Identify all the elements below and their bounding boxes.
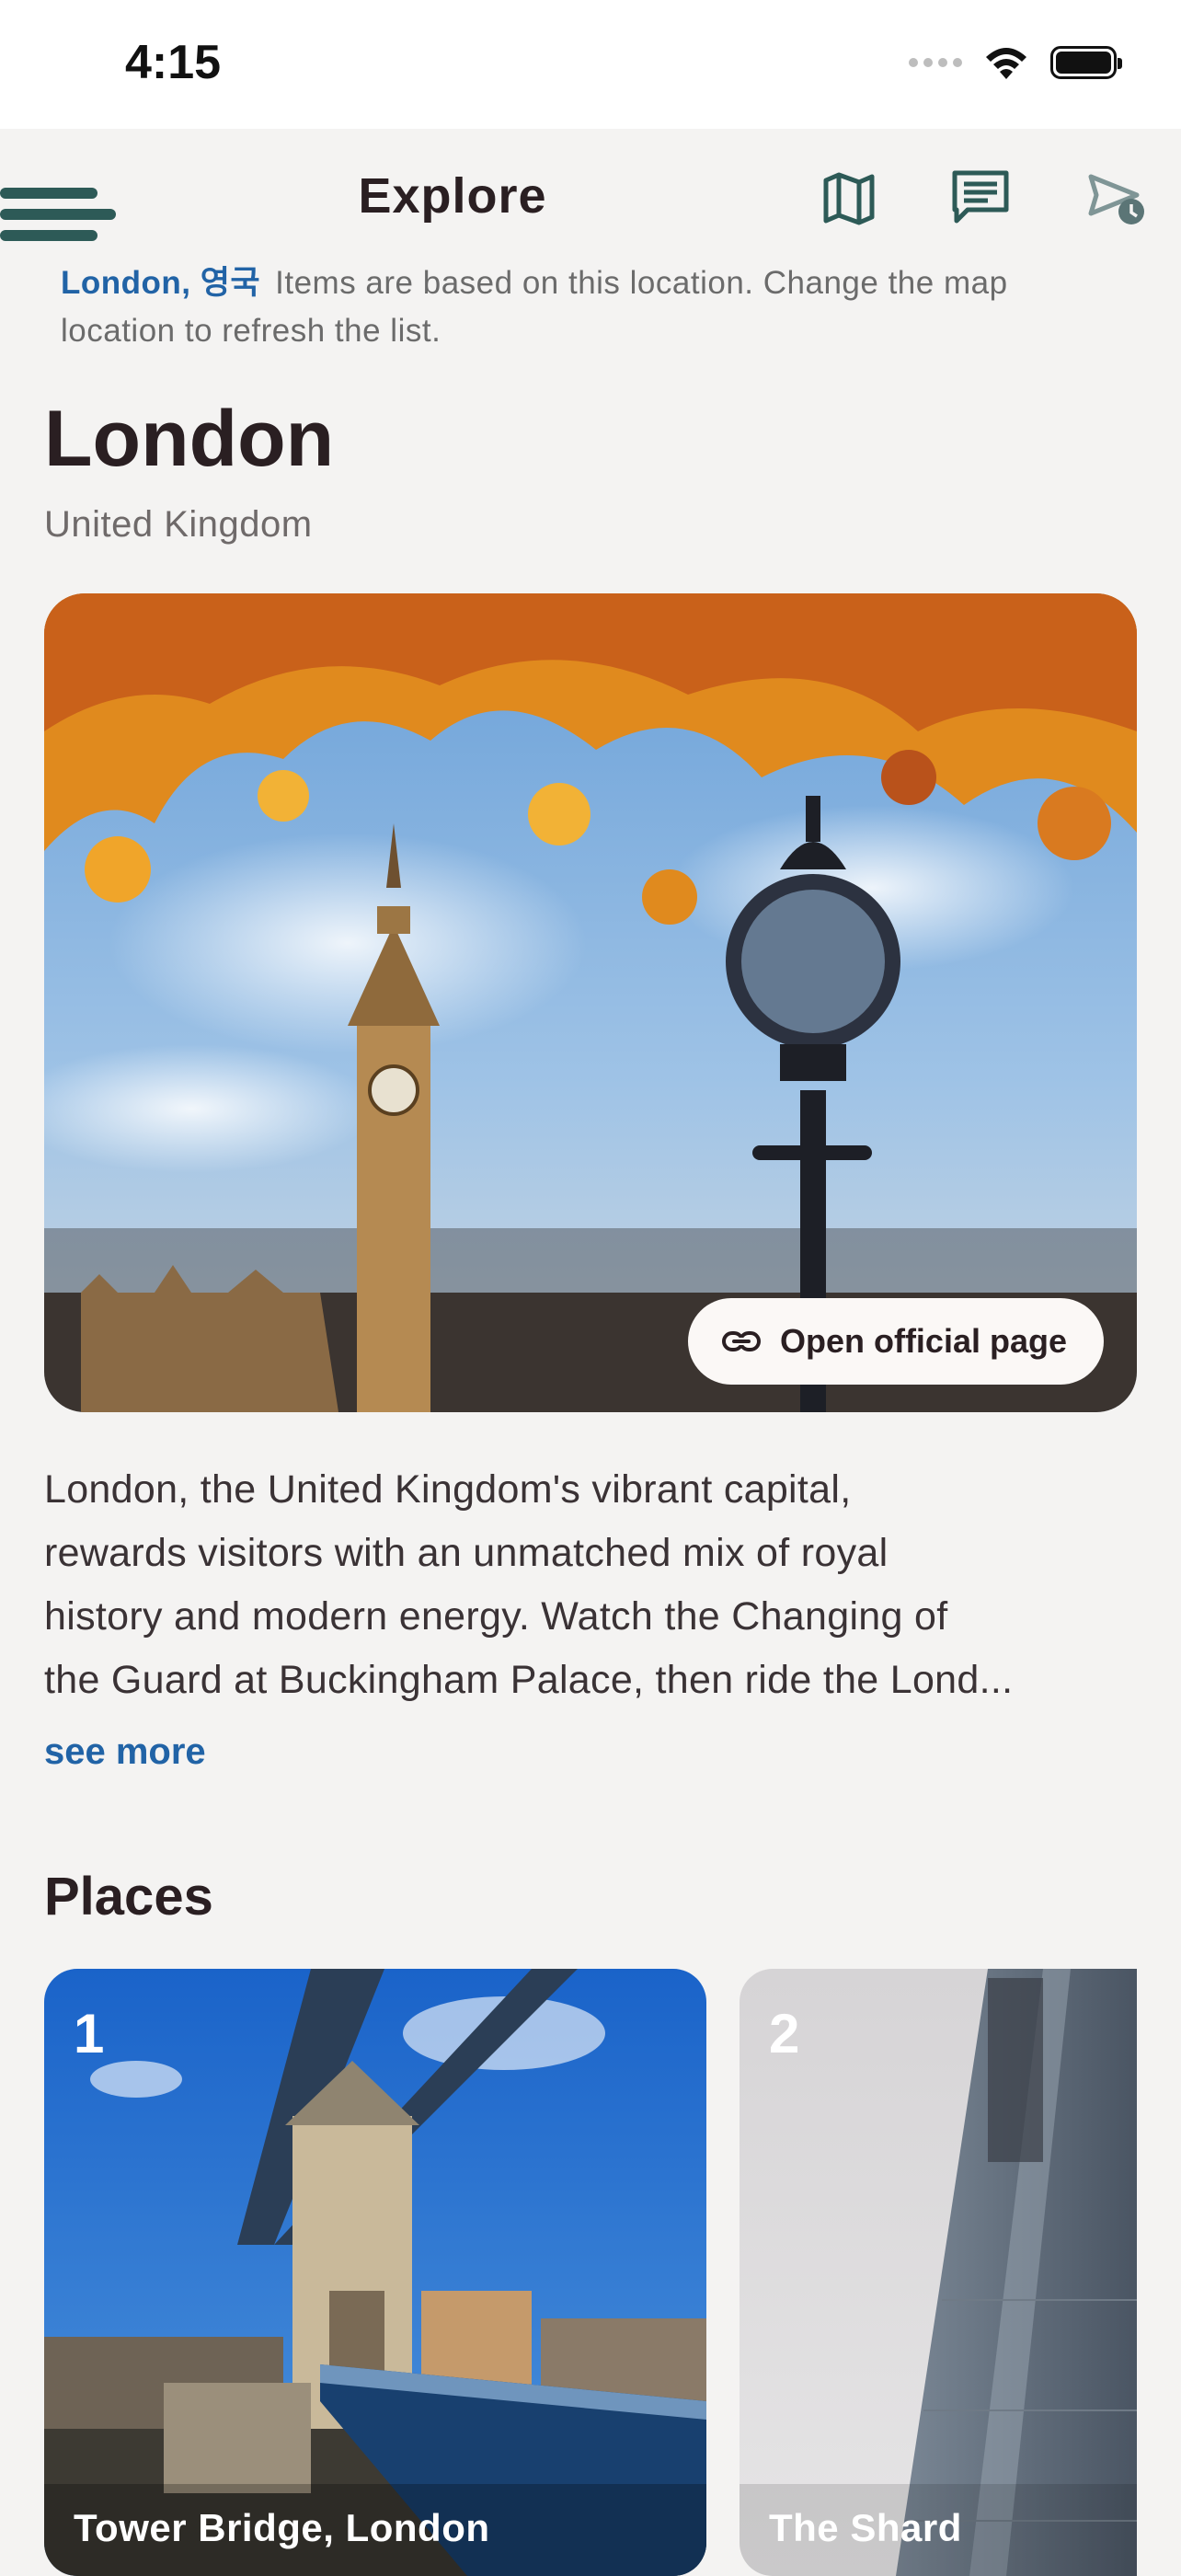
location-link[interactable]: London, 영국	[61, 265, 260, 301]
country-label: United Kingdom	[44, 504, 313, 545]
app-bar: Explore	[0, 129, 1181, 267]
send-schedule-icon[interactable]	[1085, 166, 1150, 230]
description-line: the Guard at Buckingham Palace, then rid…	[44, 1658, 1014, 1702]
city-title: London	[44, 395, 335, 483]
place-number: 1	[74, 2003, 105, 2064]
place-number: 2	[769, 2003, 800, 2064]
place-name: The Shard	[769, 2506, 962, 2549]
place-card-tower-bridge[interactable]: 1 Tower Bridge, London	[44, 1969, 706, 2576]
see-more-link[interactable]: see more	[44, 1731, 206, 1773]
open-official-page-button[interactable]: Open official page	[687, 1298, 1104, 1385]
place-card-the-shard[interactable]: 2 The Shard	[740, 1969, 1137, 2576]
wifi-icon	[986, 48, 1026, 79]
status-bar: 4:15	[0, 0, 1181, 129]
city-description: London, the United Kingdom's vibrant cap…	[44, 1458, 1139, 1712]
tower-bridge-photo	[44, 1969, 706, 2576]
description-line: history and modern energy. Watch the Cha…	[44, 1594, 948, 1639]
map-icon[interactable]	[817, 166, 881, 230]
place-name: Tower Bridge, London	[74, 2506, 490, 2549]
places-heading: Places	[44, 1867, 213, 1926]
london-photo	[44, 593, 1137, 1412]
link-icon	[721, 1331, 761, 1351]
city-hero-image: Open official page	[44, 593, 1137, 1412]
status-indicators	[909, 44, 1122, 81]
location-note: London, 영국 Items are based on this locati…	[61, 259, 1128, 355]
status-time: 4:15	[125, 36, 222, 89]
chat-icon[interactable]	[949, 166, 1014, 230]
description-line: London, the United Kingdom's vibrant cap…	[44, 1467, 852, 1512]
open-official-page-label: Open official page	[779, 1322, 1067, 1360]
battery-icon	[1050, 46, 1122, 79]
description-line: rewards visitors with an unmatched mix o…	[44, 1531, 889, 1575]
cellular-signal-icon	[909, 58, 962, 67]
